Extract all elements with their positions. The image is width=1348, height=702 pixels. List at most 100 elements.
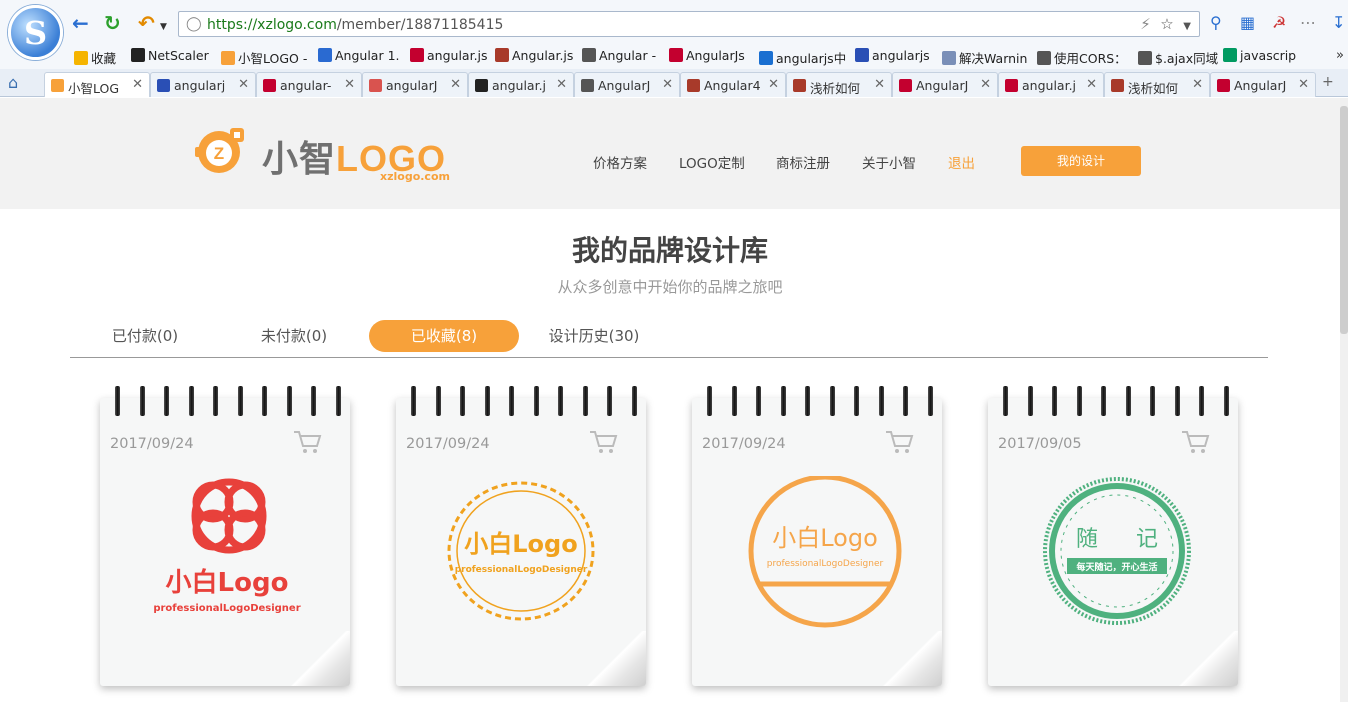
design-card[interactable]: 2017/09/24 小白Logo professionalLogoDesign… — [388, 386, 654, 690]
translate-tool-icon[interactable]: ☭ — [1272, 13, 1286, 32]
bookmark-label: 收藏 — [91, 51, 117, 66]
bookmark-item[interactable]: $.ajax同域 — [1138, 48, 1218, 67]
tab-close-icon[interactable]: ✕ — [1192, 77, 1203, 92]
nav-about[interactable]: 关于小智 — [862, 152, 916, 172]
address-bar[interactable]: ◯ https://xzlogo.com/member/18871185415 … — [178, 11, 1200, 37]
undo-icon[interactable]: ↶ — [138, 12, 155, 34]
tab-close-icon[interactable]: ✕ — [874, 77, 885, 92]
bookmarks-overflow-icon[interactable]: » — [1336, 48, 1344, 63]
tab-unpaid[interactable]: 未付款(0) — [219, 320, 369, 352]
browser-tab[interactable]: 浅析如何 ✕ — [1104, 72, 1210, 97]
star-icon[interactable]: ☆ — [1160, 15, 1173, 33]
bookmark-favicon-icon — [131, 48, 145, 62]
tab-close-icon[interactable]: ✕ — [238, 77, 249, 92]
tab-close-icon[interactable]: ✕ — [132, 77, 143, 92]
browser-tab[interactable]: AngularJ ✕ — [1210, 72, 1316, 97]
tab-label: AngularJ — [1234, 78, 1287, 93]
logo-subtitle: professionalLogoDesigner — [455, 565, 588, 575]
bookmark-item[interactable]: 使用CORS： — [1037, 48, 1127, 67]
tab-close-icon[interactable]: ✕ — [450, 77, 461, 92]
back-icon[interactable]: ← — [72, 12, 89, 34]
spiral-ring — [509, 386, 514, 416]
bookmark-item[interactable]: angularjs — [855, 48, 930, 63]
grid-tool-icon[interactable]: ▦ — [1240, 13, 1255, 32]
spiral-ring — [756, 386, 761, 416]
tab-close-icon[interactable]: ✕ — [1298, 77, 1309, 92]
undo-dropdown-icon[interactable]: ▼ — [160, 16, 167, 38]
tab-close-icon[interactable]: ✕ — [1086, 77, 1097, 92]
browser-tab[interactable]: 小智LOG ✕ — [44, 72, 150, 97]
bookmark-favicon-icon — [495, 48, 509, 62]
design-card[interactable]: 2017/09/05 随 记 每天随记，开心生活 — [980, 386, 1246, 690]
spiral-ring — [411, 386, 416, 416]
browser-tab[interactable]: AngularJ ✕ — [574, 72, 680, 97]
scrollbar-thumb[interactable] — [1340, 106, 1348, 334]
cart-icon[interactable] — [884, 429, 914, 455]
tab-favicon-icon — [581, 79, 594, 92]
logo-preview[interactable]: 随 记 每天随记，开心生活 — [1005, 476, 1225, 636]
home-icon[interactable]: ⌂ — [8, 73, 18, 92]
browser-tab[interactable]: Angular4 ✕ — [680, 72, 786, 97]
browser-tab[interactable]: AngularJ ✕ — [892, 72, 998, 97]
bookmark-favicon-icon — [855, 48, 869, 62]
tab-close-icon[interactable]: ✕ — [662, 77, 673, 92]
browser-tab[interactable]: angularJ ✕ — [362, 72, 468, 97]
search-tool-icon[interactable]: ⚲ — [1210, 13, 1222, 32]
bookmark-item[interactable]: angular.js — [410, 48, 488, 63]
cart-icon[interactable] — [292, 429, 322, 455]
bookmark-item[interactable]: angularjs中 — [759, 48, 846, 67]
tab-close-icon[interactable]: ✕ — [980, 77, 991, 92]
bookmark-item[interactable]: 小智LOGO - — [221, 48, 307, 67]
vertical-scrollbar[interactable] — [1340, 98, 1348, 702]
my-design-button[interactable]: 我的设计 — [1021, 146, 1141, 176]
logo-preview[interactable]: 小白Logo professionalLogoDesigner — [413, 476, 633, 636]
spiral-ring — [1052, 386, 1057, 416]
browser-tab[interactable]: 浅析如何 ✕ — [786, 72, 892, 97]
bookmark-item[interactable]: NetScaler — [131, 48, 209, 63]
download-icon[interactable]: ↧ — [1332, 13, 1345, 32]
logo-preview[interactable]: 小白Logo professionalLogoDesigner — [117, 476, 337, 636]
new-tab-icon[interactable]: + — [1322, 74, 1334, 90]
tab-history[interactable]: 设计历史(30) — [519, 320, 669, 352]
logout-link[interactable]: 退出 — [948, 152, 975, 172]
cart-icon[interactable] — [588, 429, 618, 455]
browser-tab[interactable]: angular.j ✕ — [998, 72, 1104, 97]
bookmark-item[interactable]: AngularJs — [669, 48, 745, 63]
bookmark-favicon-icon — [582, 48, 596, 62]
spiral-ring — [1003, 386, 1008, 416]
browser-tab[interactable]: angular- ✕ — [256, 72, 362, 97]
logo-domain: xzlogo.com — [380, 170, 450, 183]
nav-pricing[interactable]: 价格方案 — [593, 152, 647, 172]
lightning-icon[interactable]: ⚡︎ — [1140, 15, 1151, 33]
address-dropdown-icon[interactable]: ▼ — [1183, 21, 1191, 32]
tab-label: angular- — [280, 78, 332, 93]
more-tools-icon[interactable]: ⋯ — [1300, 13, 1316, 32]
logo-mascot-icon[interactable]: Z — [195, 124, 251, 176]
nav-trademark[interactable]: 商标注册 — [776, 152, 830, 172]
design-card[interactable]: 2017/09/24 小白Logo professionalLogoDesign… — [684, 386, 950, 690]
bookmark-item[interactable]: Angular - — [582, 48, 656, 63]
bookmark-item[interactable]: 解决Warnin — [942, 48, 1027, 67]
logo-preview[interactable]: 小白Logo professionalLogoDesigner — [709, 476, 929, 636]
tab-label: 浅析如何 — [1128, 81, 1179, 96]
bookmark-label: 使用CORS： — [1054, 51, 1127, 66]
browser-tab[interactable]: angular.j ✕ — [468, 72, 574, 97]
cart-icon[interactable] — [1180, 429, 1210, 455]
tab-close-icon[interactable]: ✕ — [344, 77, 355, 92]
bookmark-favicon-icon — [410, 48, 424, 62]
tab-favorites[interactable]: 已收藏(8) — [369, 320, 519, 352]
refresh-icon[interactable]: ↻ — [104, 12, 121, 34]
nav-logo-custom[interactable]: LOGO定制 — [679, 152, 745, 172]
design-card[interactable]: 2017/09/24 小白Logo professionalLogoDesign… — [92, 386, 358, 690]
site-header: Z 小智LOGO xzlogo.com 价格方案 LOGO定制 商标注册 关于小… — [0, 98, 1340, 209]
bookmark-item[interactable]: javascrip — [1223, 48, 1296, 63]
spiral-ring — [878, 386, 884, 416]
tab-close-icon[interactable]: ✕ — [556, 77, 567, 92]
browser-tab[interactable]: angularj ✕ — [150, 72, 256, 97]
tab-close-icon[interactable]: ✕ — [768, 77, 779, 92]
bookmark-item[interactable]: Angular.js — [495, 48, 573, 63]
tab-paid[interactable]: 已付款(0) — [70, 320, 220, 352]
bookmark-label: Angular.js — [512, 48, 574, 63]
bookmark-item[interactable]: Angular 1. — [318, 48, 400, 63]
bookmark-item[interactable]: 收藏 — [74, 48, 116, 67]
